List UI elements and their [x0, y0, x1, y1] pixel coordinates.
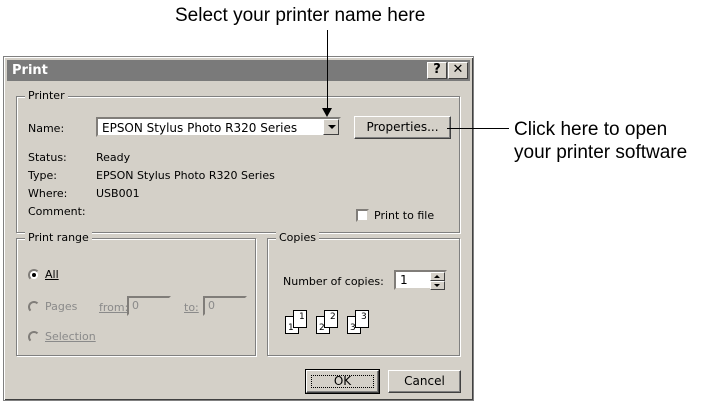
help-icon[interactable]: ?	[427, 62, 447, 79]
copies-spinner[interactable]: 1	[394, 270, 447, 290]
comment-label: Comment:	[28, 205, 86, 218]
focus-rect	[311, 375, 374, 388]
callout-open-software-line1: Click here to open	[514, 119, 668, 140]
print-dialog: Print ? ✕ Printer Name: EPSON Stylus Pho…	[3, 56, 474, 401]
from-label: from:	[99, 301, 129, 314]
all-label[interactable]: All	[45, 268, 59, 281]
where-label: Where:	[28, 187, 68, 200]
all-radio[interactable]	[28, 269, 40, 281]
pages-label[interactable]: Pages	[45, 300, 77, 313]
selection-radio[interactable]	[28, 331, 40, 343]
name-label: Name:	[28, 122, 65, 135]
close-icon[interactable]: ✕	[448, 62, 468, 79]
printer-group: Printer Name: EPSON Stylus Photo R320 Se…	[16, 89, 460, 233]
callout-select-printer: Select your printer name here	[175, 5, 426, 26]
copies-group: Copies Number of copies: 1 1 1 2 2 3 3	[267, 231, 460, 356]
callout-line-horizontal	[447, 128, 509, 129]
status-label: Status:	[28, 151, 67, 164]
selection-label[interactable]: Selection	[45, 330, 96, 343]
printer-name-dropdown[interactable]: EPSON Stylus Photo R320 Series	[96, 117, 341, 137]
copies-label: Copies	[276, 231, 319, 244]
copies-value: 1	[400, 273, 408, 287]
from-input[interactable]: 0	[127, 296, 171, 316]
printer-group-label: Printer	[25, 89, 68, 102]
collate-page: 3	[355, 310, 369, 328]
collate-page: 2	[324, 310, 338, 328]
type-label: Type:	[28, 169, 57, 182]
ok-button[interactable]: OK	[305, 369, 380, 394]
dialog-title: Print	[12, 63, 48, 78]
properties-button[interactable]: Properties...	[354, 116, 451, 139]
print-to-file-checkbox[interactable]	[356, 209, 369, 222]
spin-up-icon[interactable]	[430, 272, 445, 281]
collate-page: 1	[293, 310, 307, 328]
to-input[interactable]: 0	[203, 296, 247, 316]
number-of-copies-label: Number of copies:	[283, 275, 384, 288]
printer-name-value: EPSON Stylus Photo R320 Series	[102, 121, 298, 135]
print-range-group: Print range All Pages from: 0 to: 0 Sele…	[16, 231, 256, 356]
status-value: Ready	[96, 151, 131, 164]
type-value: EPSON Stylus Photo R320 Series	[96, 169, 275, 182]
print-to-file-label[interactable]: Print to file	[374, 209, 434, 222]
print-range-label: Print range	[25, 231, 92, 244]
to-label: to:	[184, 301, 199, 314]
chevron-down-icon[interactable]	[323, 119, 339, 135]
spin-down-icon[interactable]	[430, 281, 445, 290]
pages-radio[interactable]	[28, 301, 40, 313]
callout-open-software-line2: your printer software	[514, 142, 688, 163]
cancel-button[interactable]: Cancel	[388, 370, 461, 393]
where-value: USB001	[96, 187, 140, 200]
callout-line-vertical	[327, 30, 328, 112]
title-bar: Print ? ✕	[7, 60, 470, 81]
callout-arrow-down-icon	[322, 108, 332, 117]
